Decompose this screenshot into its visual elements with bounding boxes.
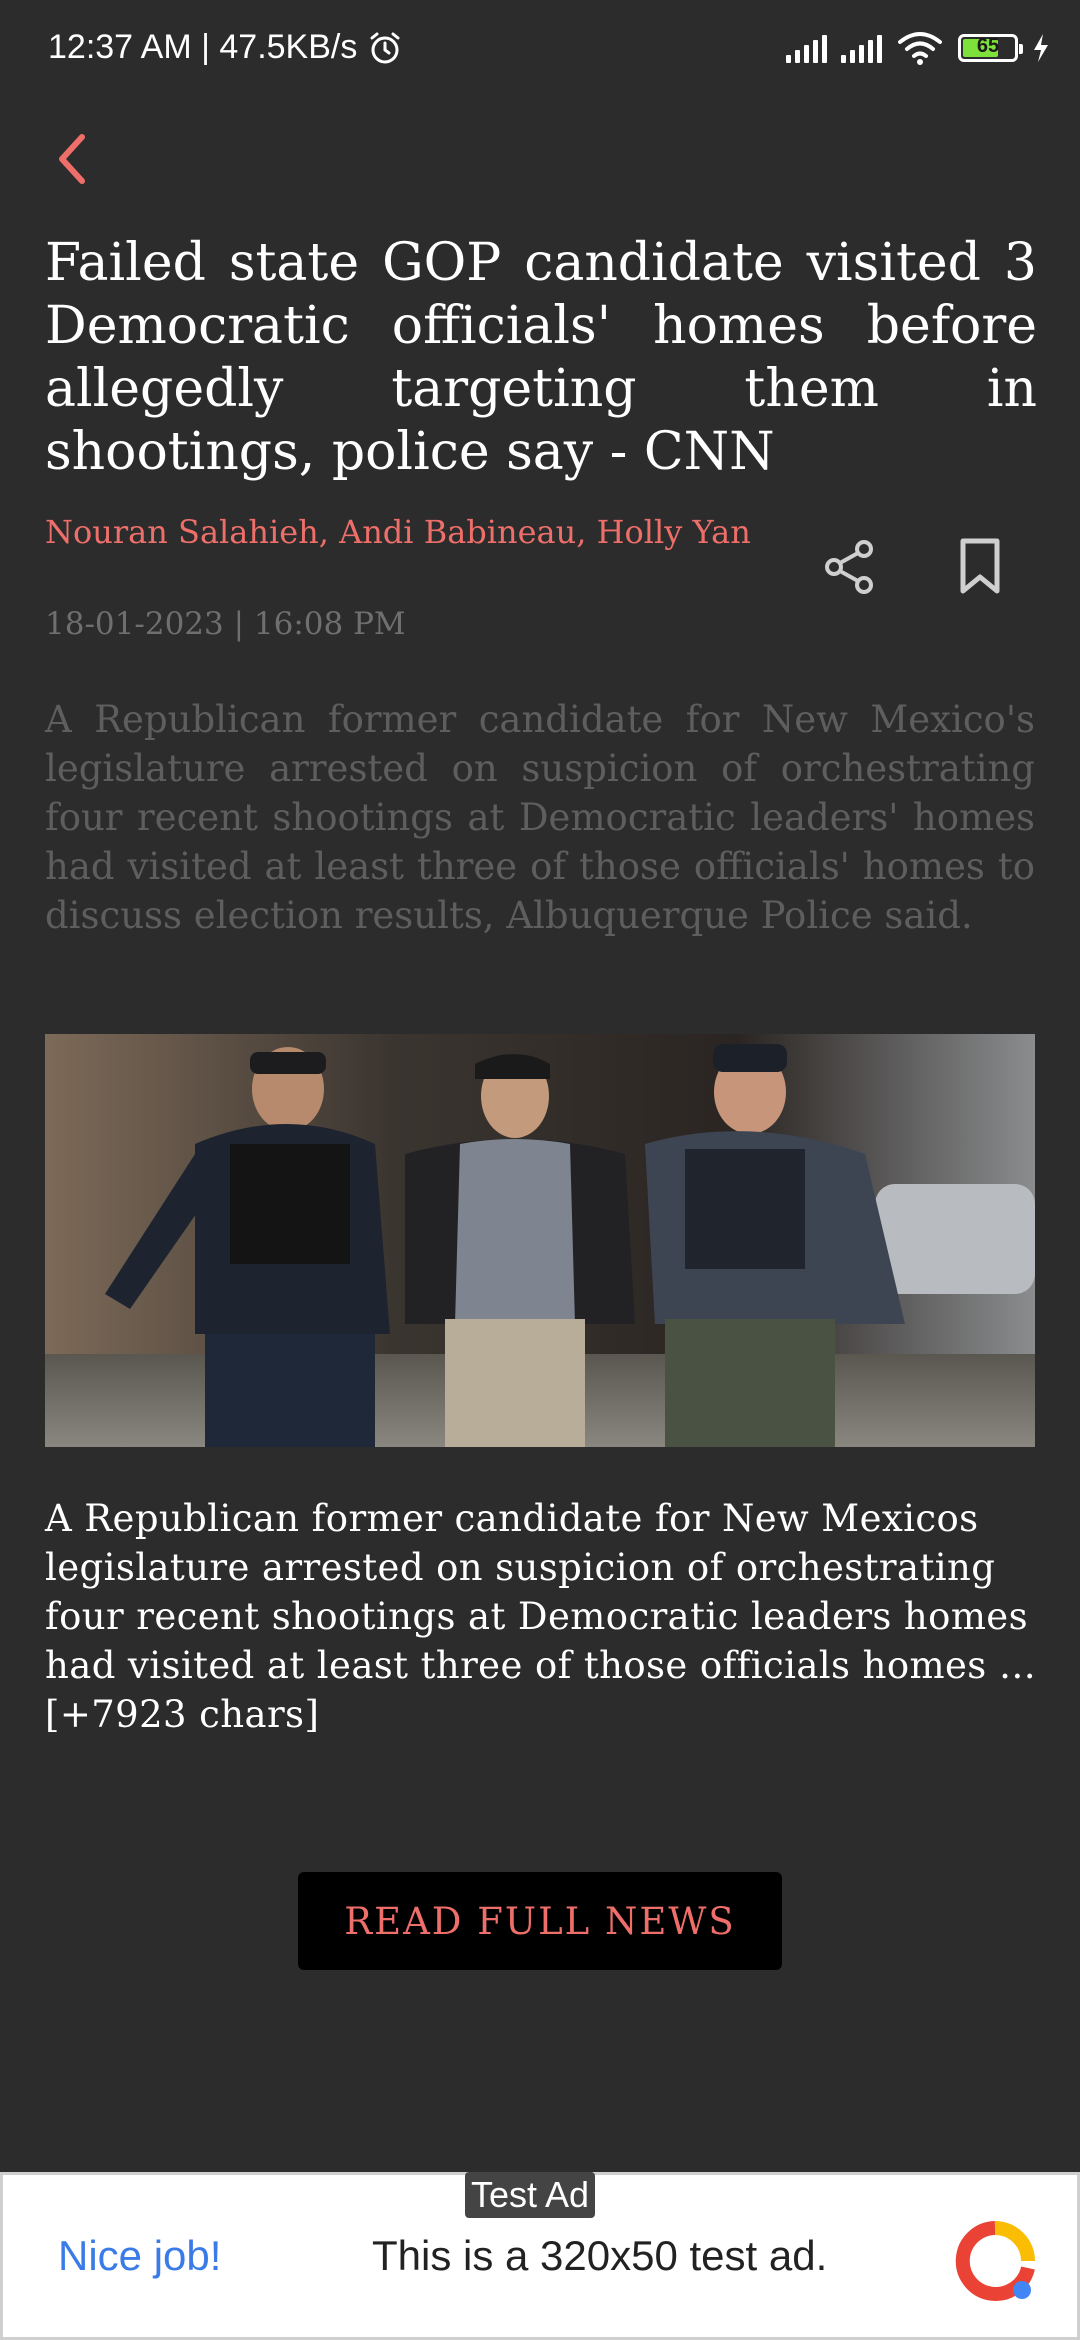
wifi-icon	[898, 32, 942, 65]
article-authors: Nouran Salahieh, Andi Babineau, Holly Ya…	[45, 513, 751, 551]
article-image	[45, 1034, 1035, 1447]
article-summary: A Republican former candidate for New Me…	[45, 698, 1035, 937]
article-date: 18-01-2023 | 16:08 PM	[45, 606, 406, 642]
article-photo	[45, 1034, 1035, 1447]
ad-test-tag: Test Ad	[465, 2172, 596, 2218]
read-full-news-button[interactable]: READ FULL NEWS	[298, 1872, 782, 1970]
status-right: 65	[786, 30, 1050, 66]
admob-logo-icon	[950, 2218, 1040, 2308]
back-arrow-icon	[59, 134, 85, 184]
status-time-speed: 12:37 AM | 47.5KB/s	[48, 28, 358, 66]
battery-icon: 65	[958, 34, 1023, 62]
status-bar: 12:37 AM | 47.5KB/s 65	[0, 0, 1080, 100]
alarm-icon	[370, 32, 400, 63]
ad-text: This is a 320x50 test ad.	[372, 2232, 828, 2279]
bookmark-icon	[960, 538, 1000, 594]
ad-nice-text: Nice job!	[58, 2232, 222, 2279]
article-content: A Republican former candidate for New Me…	[45, 1497, 1037, 1736]
signal-icon	[841, 33, 882, 63]
signal-icon	[786, 33, 827, 63]
bookmark-button[interactable]	[955, 537, 1005, 597]
charging-icon	[1034, 34, 1048, 62]
article-headline: Failed state GOP candidate visited 3 Dem…	[45, 233, 1037, 482]
battery-level: 65	[976, 35, 1000, 57]
back-button[interactable]	[50, 125, 110, 195]
status-left: 12:37 AM | 47.5KB/s	[48, 28, 403, 67]
share-icon	[825, 540, 873, 594]
share-button[interactable]	[820, 537, 880, 597]
